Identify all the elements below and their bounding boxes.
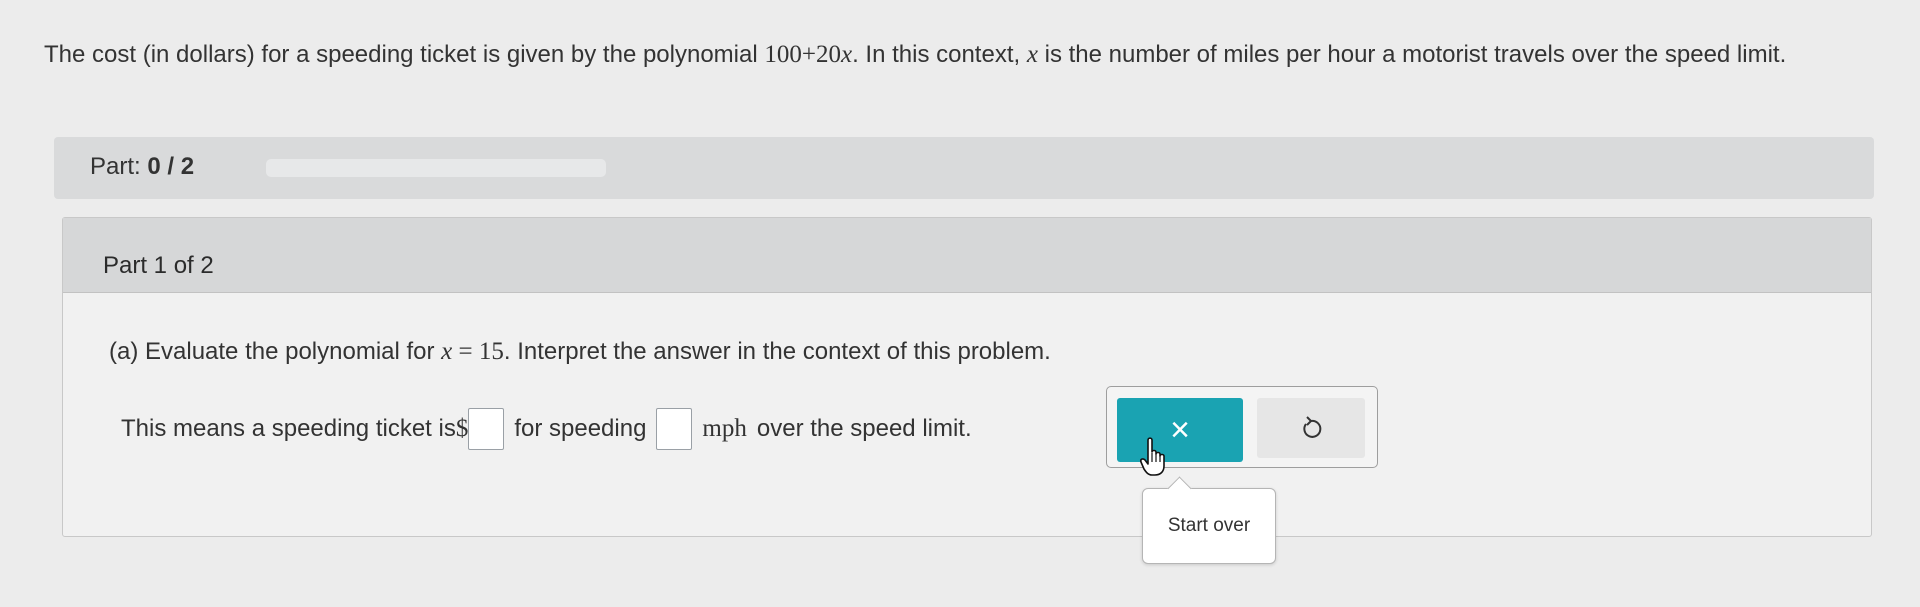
clear-button[interactable]: × bbox=[1117, 398, 1243, 462]
part-header: Part 1 of 2 bbox=[63, 218, 1871, 293]
tooltip-text: Start over bbox=[1167, 515, 1251, 536]
mph-input[interactable] bbox=[656, 408, 693, 450]
poly-variable: x bbox=[840, 41, 853, 68]
progress-panel: Part: 0 / 2 bbox=[54, 137, 1874, 199]
unit-mph: mph bbox=[702, 415, 747, 442]
progress-bar bbox=[266, 159, 606, 177]
answer-prefix: This means a speeding ticket is bbox=[121, 415, 456, 442]
start-over-tooltip: Start over bbox=[1142, 488, 1276, 564]
question-suffix: . Interpret the answer in the context of… bbox=[503, 338, 1051, 365]
dollar-sign: $ bbox=[455, 415, 469, 442]
close-icon: × bbox=[1170, 410, 1190, 449]
ticket-cost-input[interactable] bbox=[468, 408, 505, 450]
question-text: (a) Evaluate the polynomial for x = 15. … bbox=[109, 338, 1051, 366]
poly-coefficient: 20 bbox=[815, 41, 841, 68]
question-prefix: (a) Evaluate the polynomial for bbox=[109, 338, 442, 365]
progress-label-text: Part: bbox=[90, 153, 141, 180]
problem-text-after: is the number of miles per hour a motori… bbox=[1037, 41, 1787, 68]
polynomial: 100+20x bbox=[764, 41, 852, 68]
poly-plus: + bbox=[801, 41, 816, 68]
hand-cursor-icon bbox=[1140, 437, 1165, 476]
undo-icon bbox=[1303, 416, 1322, 438]
part-panel: Part 1 of 2 (a) Evaluate the polynomial … bbox=[62, 217, 1872, 537]
question-equals: = bbox=[452, 338, 479, 365]
progress-label: Part: 0 / 2 bbox=[90, 153, 194, 181]
part-title: Part 1 of 2 bbox=[103, 252, 214, 279]
question-variable: x bbox=[441, 338, 453, 365]
answer-mid: for speeding bbox=[514, 415, 647, 442]
progress-value: 0 / 2 bbox=[147, 153, 195, 180]
poly-constant: 100 bbox=[764, 41, 802, 68]
problem-text-mid: . In this context, bbox=[852, 41, 1027, 68]
problem-statement: The cost (in dollars) for a speeding tic… bbox=[44, 38, 1864, 72]
answer-sentence: This means a speeding ticket is $ for sp… bbox=[121, 408, 972, 450]
answer-suffix: over the speed limit. bbox=[756, 415, 972, 442]
question-value: 15 bbox=[478, 338, 504, 365]
variable-x: x bbox=[1026, 41, 1038, 68]
problem-text-before: The cost (in dollars) for a speeding tic… bbox=[44, 41, 765, 68]
start-over-button[interactable] bbox=[1257, 398, 1365, 458]
